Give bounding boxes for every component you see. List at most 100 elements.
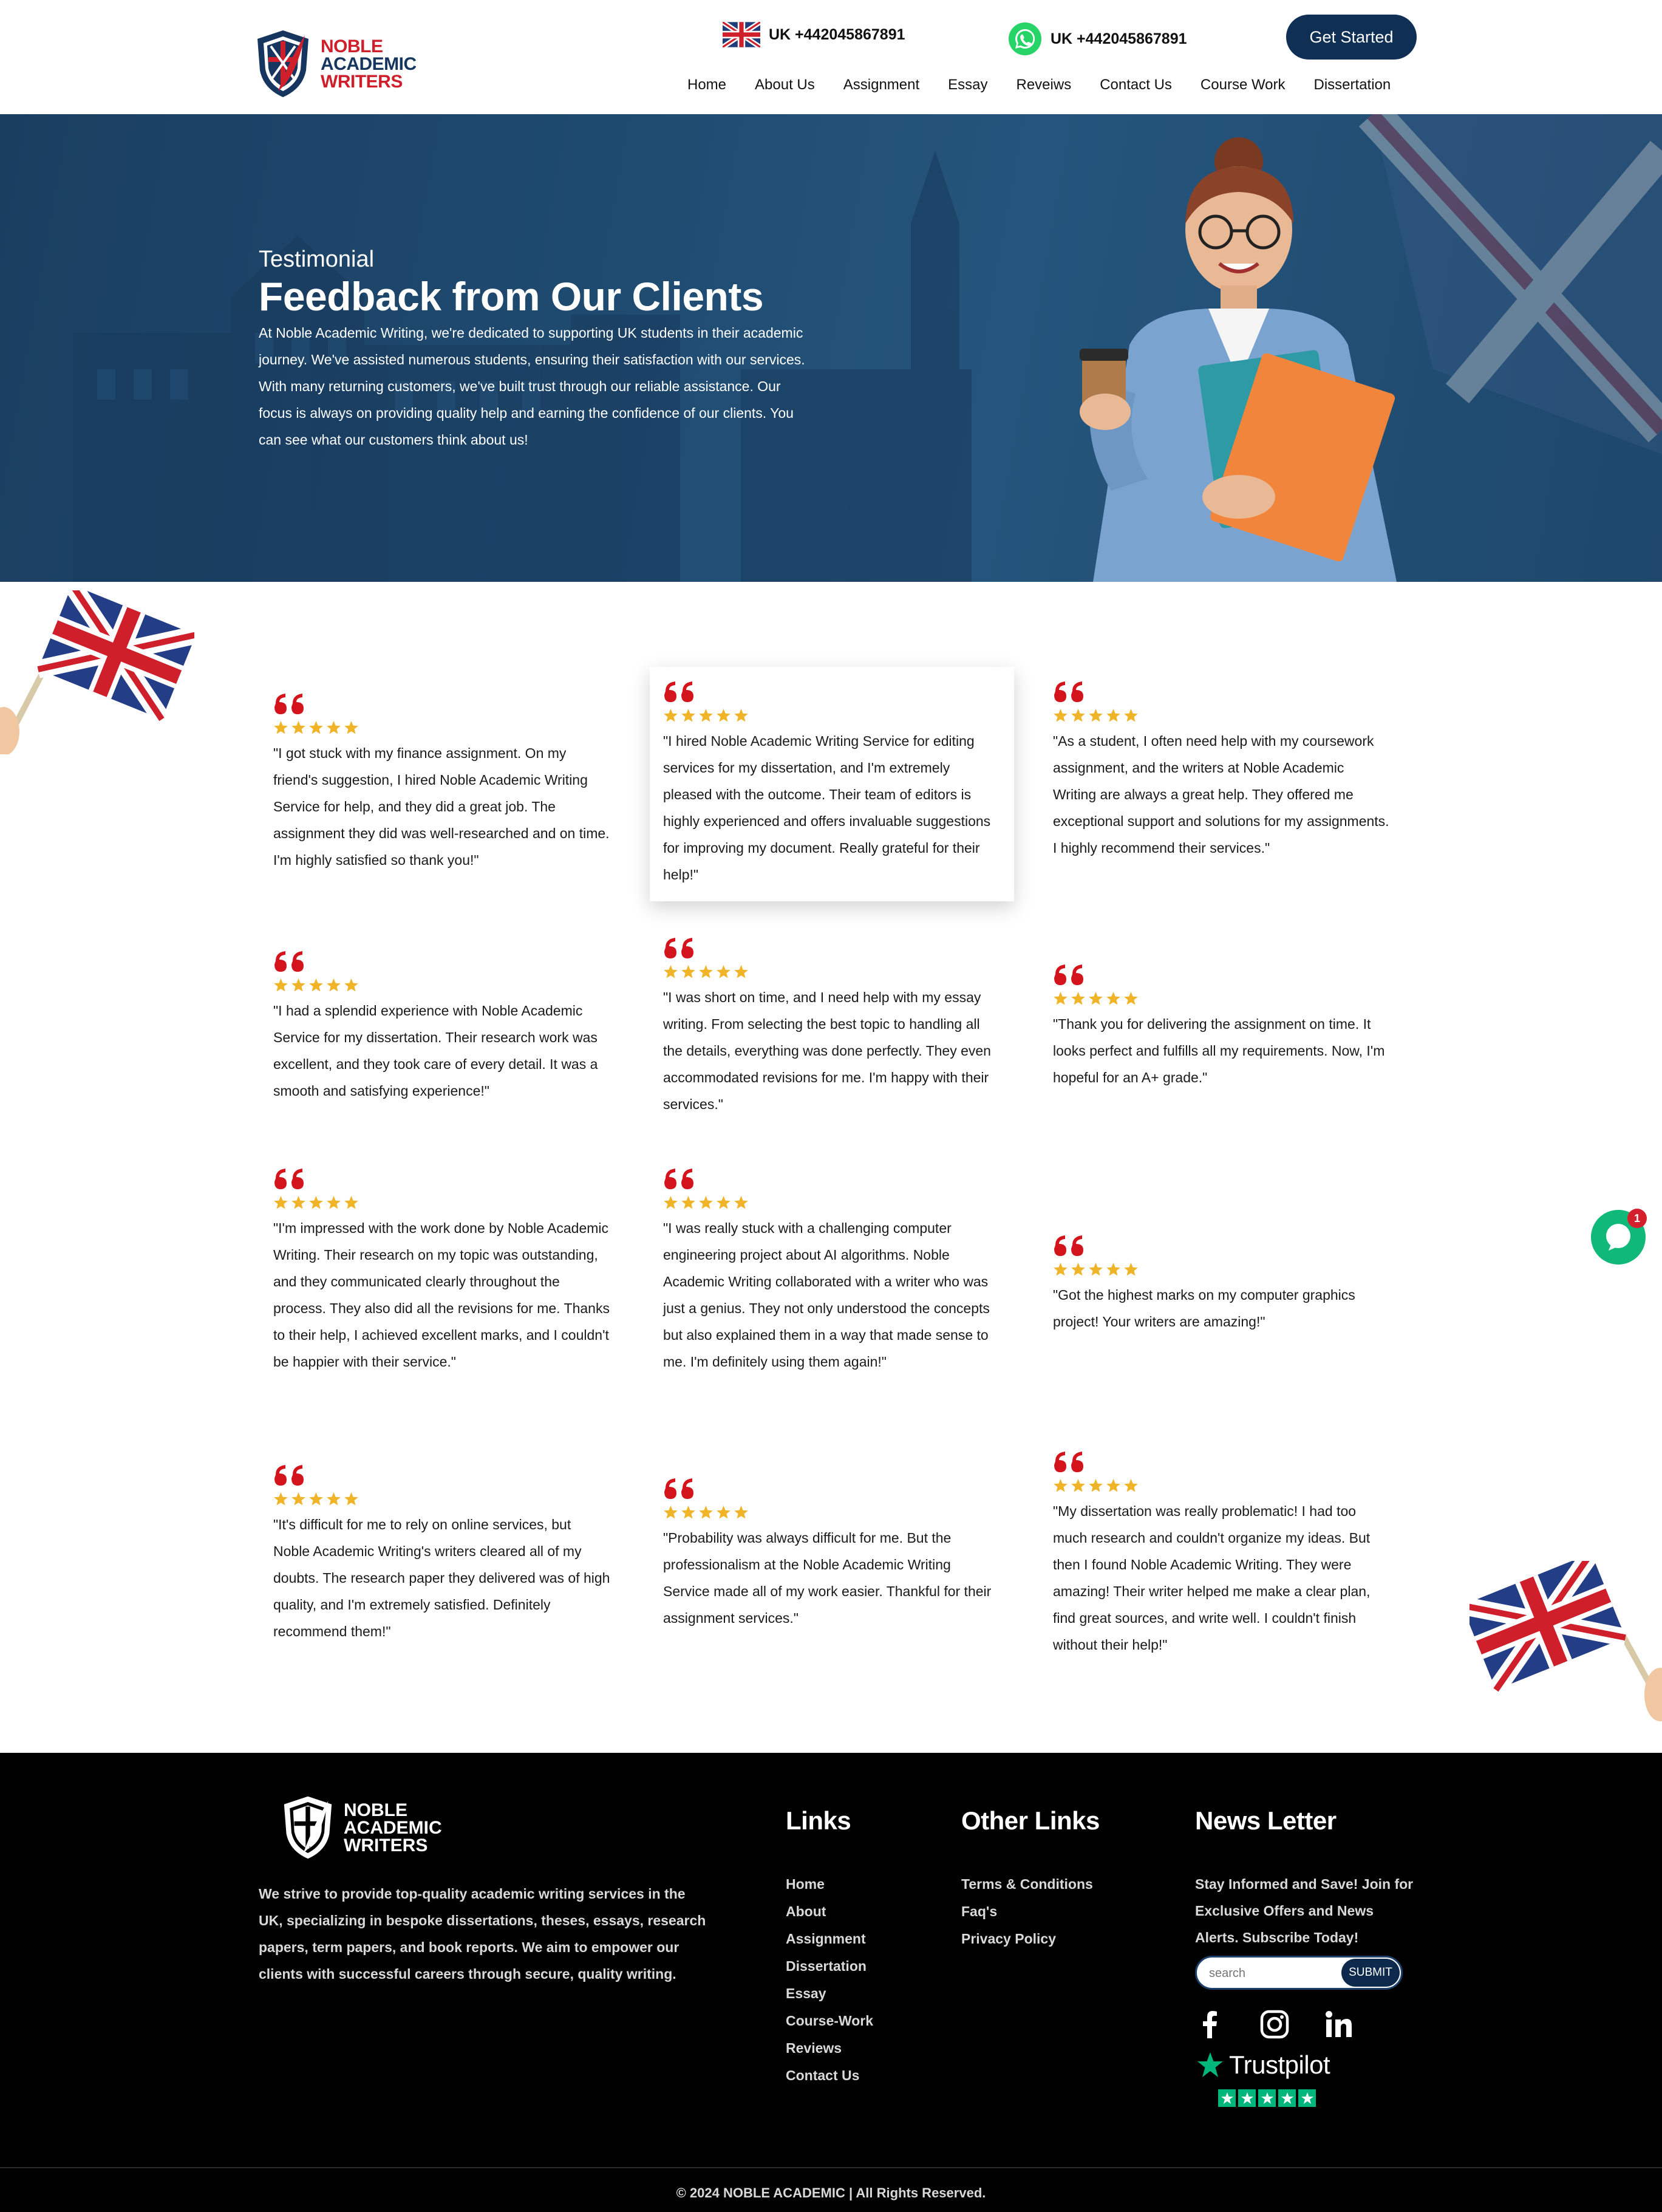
nav-about-us[interactable]: About Us [755, 77, 815, 94]
testimonial-text: "I hired Noble Academic Writing Service … [663, 733, 991, 882]
footer-other-links-title: Other Links [961, 1806, 1100, 1835]
trustpilot-rating-star [1278, 2089, 1296, 2107]
footer-link-reviews[interactable]: Reviews [786, 2035, 873, 2062]
hero-kicker: Testimonial [259, 247, 375, 272]
newsletter-form: SUBMIT [1195, 1956, 1403, 1990]
star-rating [1053, 708, 1391, 723]
star-icon [699, 965, 713, 978]
star-icon [1124, 1479, 1138, 1492]
linkedin-icon[interactable] [1324, 2009, 1354, 2040]
star-icon [681, 1196, 695, 1209]
student-photo [1080, 137, 1397, 582]
star-icon [681, 965, 695, 978]
footer-logo-line-3: WRITERS [344, 1835, 428, 1855]
testimonial-text: "I was really stuck with a challenging c… [663, 1220, 990, 1370]
star-icon [1089, 709, 1103, 722]
newsletter-email-input[interactable] [1209, 1964, 1330, 1983]
uk-flag-decoration-left [0, 590, 194, 754]
nav-dissertation[interactable]: Dissertation [1314, 77, 1391, 94]
star-icon [717, 709, 731, 722]
logo-line-1: NOBLE [321, 36, 383, 56]
star-rating [1053, 991, 1391, 1006]
footer-link-assignment[interactable]: Assignment [786, 1925, 873, 1953]
footer-link-terms[interactable]: Terms & Conditions [961, 1871, 1093, 1898]
uk-flag-icon [723, 22, 760, 47]
newsletter-submit-button[interactable]: SUBMIT [1341, 1959, 1400, 1987]
footer-logo[interactable]: NOBLE ACADEMIC WRITERS [279, 1794, 442, 1861]
star-icon [1054, 1263, 1068, 1276]
nav-home[interactable]: Home [687, 77, 726, 94]
quote-icon [273, 692, 611, 717]
star-icon [1106, 1263, 1120, 1276]
shield-logo-icon [257, 30, 308, 97]
star-icon [1089, 1263, 1103, 1276]
star-icon [699, 1196, 713, 1209]
star-icon [734, 1196, 748, 1209]
whatsapp-phone[interactable]: UK +442045867891 [1008, 22, 1187, 56]
star-icon [1106, 1479, 1120, 1492]
testimonial-text: "I got stuck with my finance assignment.… [273, 745, 610, 868]
star-rating [273, 978, 611, 992]
star-icon [1054, 992, 1068, 1005]
footer-newsletter-title: News Letter [1195, 1806, 1337, 1835]
testimonial-card: "Got the highest marks on my computer gr… [1040, 1221, 1404, 1348]
footer-divider [0, 2167, 1662, 2168]
trustpilot-star-icon [1197, 2052, 1223, 2077]
star-icon [344, 721, 358, 734]
star-rating [1053, 1262, 1391, 1277]
footer-link-contact-us[interactable]: Contact Us [786, 2062, 873, 2089]
whatsapp-phone-number: UK +442045867891 [1051, 30, 1187, 47]
main-nav: Home About Us Assignment Essay Reveiws C… [687, 77, 1391, 94]
instagram-icon[interactable] [1259, 2009, 1290, 2040]
footer-link-course-work[interactable]: Course-Work [786, 2007, 873, 2035]
star-icon [717, 1506, 731, 1519]
nav-course-work[interactable]: Course Work [1201, 77, 1286, 94]
quote-icon [663, 1167, 1001, 1192]
footer-link-dissertation[interactable]: Dissertation [786, 1953, 873, 1980]
quote-icon [273, 1464, 611, 1488]
whatsapp-icon [1009, 22, 1041, 55]
testimonial-text: "As a student, I often need help with my… [1053, 733, 1389, 856]
star-rating [273, 1195, 611, 1210]
testimonial-text: "It's difficult for me to rely on online… [273, 1517, 610, 1639]
get-started-button[interactable]: Get Started [1286, 15, 1417, 60]
star-icon [1124, 1263, 1138, 1276]
facebook-icon[interactable] [1195, 2009, 1225, 2040]
logo-line-2: ACADEMIC [321, 53, 417, 74]
star-icon [291, 978, 305, 992]
hero-title: Feedback from Our Clients [259, 274, 764, 319]
star-icon [344, 978, 358, 992]
star-rating [1053, 1478, 1391, 1493]
star-icon [1054, 709, 1068, 722]
star-icon [291, 1492, 305, 1506]
nav-assignment[interactable]: Assignment [843, 77, 919, 94]
footer-link-about[interactable]: About [786, 1898, 873, 1925]
footer-link-faqs[interactable]: Faq's [961, 1898, 1093, 1925]
star-icon [681, 709, 695, 722]
testimonial-text: "My dissertation was really problematic!… [1053, 1503, 1371, 1653]
footer-link-essay[interactable]: Essay [786, 1980, 873, 2007]
footer-link-home[interactable]: Home [786, 1871, 873, 1898]
quote-icon [1053, 963, 1391, 988]
testimonial-text: "I had a splendid experience with Noble … [273, 1003, 598, 1099]
quote-icon [1053, 680, 1391, 705]
hero-banner: Testimonial Feedback from Our Clients At… [0, 114, 1662, 582]
star-icon [309, 1492, 323, 1506]
uk-phone[interactable]: UK +442045867891 [723, 22, 905, 47]
nav-essay[interactable]: Essay [948, 77, 987, 94]
star-icon [734, 1506, 748, 1519]
testimonial-card: "I had a splendid experience with Noble … [260, 937, 624, 1118]
logo-line-3: WRITERS [321, 71, 403, 92]
star-rating [663, 708, 1001, 723]
trustpilot-rating-star [1258, 2089, 1276, 2107]
star-icon [664, 1196, 678, 1209]
trustpilot-rating-star [1298, 2089, 1316, 2107]
star-icon [664, 709, 678, 722]
quote-icon [663, 1477, 1001, 1501]
logo[interactable]: NOBLE ACADEMIC WRITERS [254, 28, 417, 100]
testimonial-card: "I'm impressed with the work done by Nob… [260, 1154, 624, 1388]
nav-contact-us[interactable]: Contact Us [1100, 77, 1172, 94]
nav-reviews[interactable]: Reveiws [1017, 77, 1072, 94]
trustpilot-badge[interactable]: Trustpilot [1196, 2050, 1330, 2080]
footer-link-privacy[interactable]: Privacy Policy [961, 1925, 1093, 1953]
